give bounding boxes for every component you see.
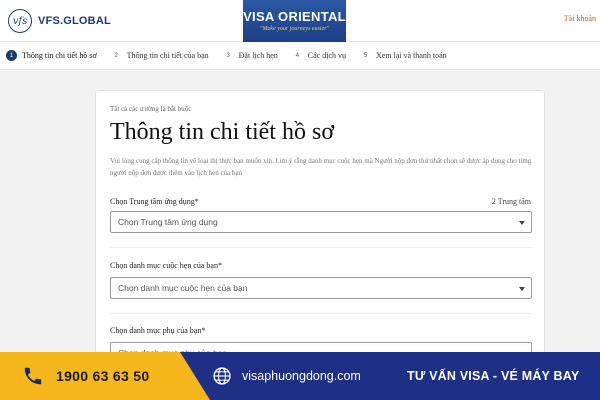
step-2[interactable]: 2 Thông tin chi tiết của bạn [111,50,209,61]
page-title: Thông tin chi tiết hồ sơ [110,119,335,145]
globe-icon [213,367,231,385]
appointment-category-select[interactable]: Chọn danh mục cuộc hẹn của bạn [110,277,532,299]
required-fields-note: Tất cả các trường là bắt buộc [110,105,192,113]
step-label: Các dịch vụ [307,51,346,60]
hotline-number[interactable]: 1900 63 63 50 [56,368,149,384]
vfs-logo-icon: vfs [8,9,32,33]
step-3[interactable]: 3 Đặt lịch hẹn [223,50,278,61]
account-link[interactable]: Tài khoản [564,14,596,23]
center-label: Chọn Trung tâm ứng dụng* [110,197,199,206]
form-description: Vui lòng cung cấp thông tin về loại thị … [110,157,532,177]
website-link[interactable]: visaphuongdong.com [242,369,361,383]
visa-oriental-title: VISA ORIENTAL [243,9,346,24]
step-label: Thông tin chi tiết của bạn [126,51,209,60]
select-placeholder: Chọn danh mục cuộc hẹn của bạn [118,283,248,293]
step-number: 1 [6,50,17,61]
chevron-down-icon [519,287,525,291]
step-number: 2 [114,52,118,59]
top-header: vfs VFS.GLOBAL VISA ORIENTAL "Make your … [0,0,600,42]
center-count: 2 Trung tâm [491,197,531,206]
category-label: Chọn danh mục cuộc hẹn của bạn* [110,261,222,270]
application-details-card: Tất cả các trường là bắt buộc Thông tin … [95,90,545,364]
progress-steps: 1 Thông tin chi tiết hồ sơ 2 Thông tin c… [0,42,600,70]
step-number: 5 [363,52,368,59]
step-4[interactable]: 4 Các dịch vụ [292,50,346,61]
application-center-select[interactable]: Chọn Trung tâm ứng dụng [110,211,532,233]
section-divider [110,313,532,314]
step-number: 4 [295,52,299,59]
promo-banner: 1900 63 63 50 visaphuongdong.com TƯ VẤN … [0,352,600,400]
select-placeholder: Chọn Trung tâm ứng dụng [118,217,218,227]
chevron-down-icon [519,221,525,225]
step-1[interactable]: 1 Thông tin chi tiết hồ sơ [6,50,97,61]
phone-icon [24,367,42,385]
subcategory-label: Chọn danh mục phụ của bạn* [110,326,206,335]
step-label: Xem lại và thanh toán [375,51,447,60]
vfs-logo-text: VFS.GLOBAL [38,15,111,27]
step-label: Đặt lịch hẹn [238,51,278,60]
section-divider [110,247,532,248]
visa-oriental-banner: VISA ORIENTAL "Make your journeys easier… [243,0,346,42]
visa-oriental-tagline: "Make your journeys easier" [259,26,330,32]
service-slogan: TƯ VẤN VISA - VÉ MÁY BAY [407,369,580,383]
vfs-global-logo[interactable]: vfs VFS.GLOBAL [8,9,111,33]
step-number: 3 [226,52,230,59]
step-label: Thông tin chi tiết hồ sơ [22,51,97,60]
step-5[interactable]: 5 Xem lại và thanh toán [360,50,447,61]
